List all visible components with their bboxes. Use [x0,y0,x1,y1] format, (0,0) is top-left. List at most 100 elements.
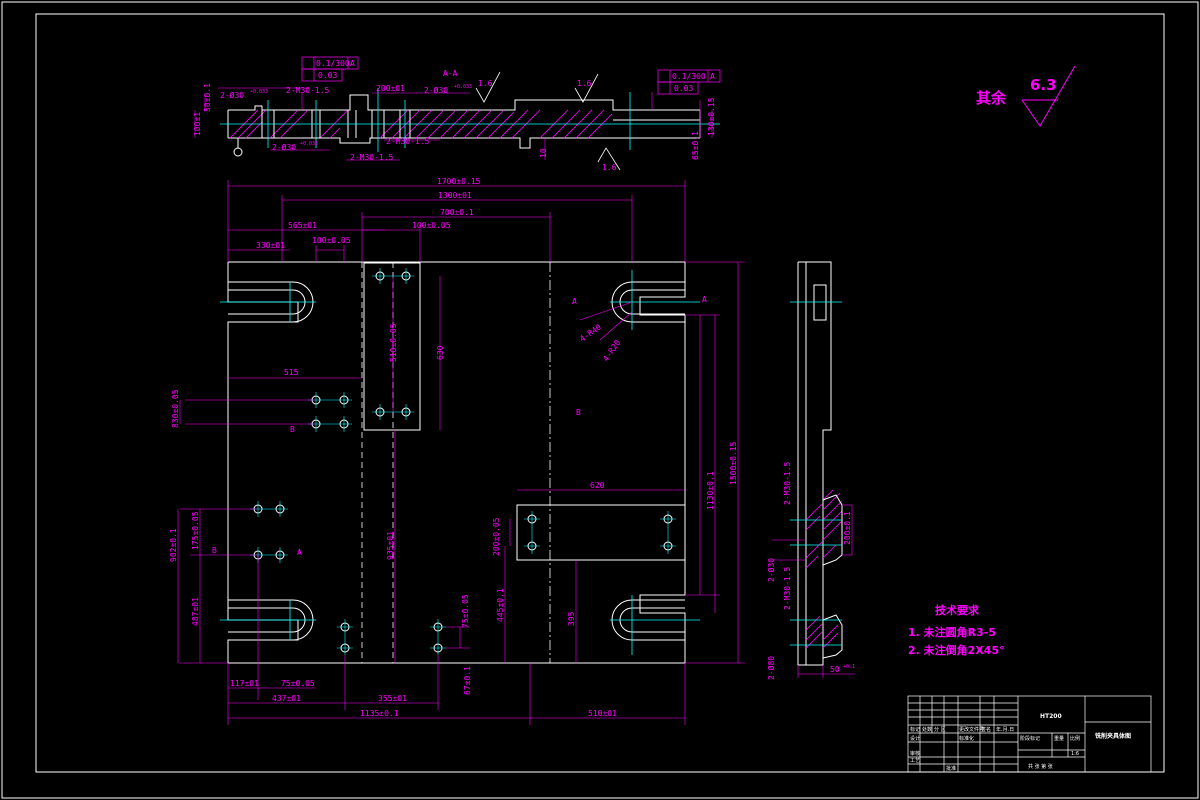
gdt-right-datum: A [710,72,715,81]
tb-cell-zone: 分 区 [934,726,946,733]
tb-cell-count: 处数 [922,726,932,733]
side-d80: 2-Ø80 [766,656,776,680]
tech-req-item-2: 2. 未注倒角2X45° [908,643,1005,657]
gdt-left-flatness: 0.03 [318,71,337,80]
title-block: HT200 铣削夹具体图 标记 处数 分 区 更改文件号 签名 年.月.日 设计… [907,695,1152,773]
dim-510-h: 510±01 [588,709,617,718]
side-m30-2: 2-M30-1.5 [783,566,792,610]
top-dim-d6: 2-M30-1.5 [386,137,430,146]
top-dim-v2: 100±1 [193,112,202,136]
top-dim-v3: 10 [539,148,548,158]
side-m30-1: 2-M30-1.5 [783,461,792,505]
label-b-3: B [212,546,217,555]
side-50-tol: +0.1 [843,664,855,670]
label-a-2: A [702,295,707,304]
tb-cell-weight: 重量 [1054,735,1064,742]
tb-cell-sign: 签名 [981,726,991,733]
tb-cell-stage: 阶段标记 [1020,735,1040,742]
tech-req-item-1: 1. 未注圆角R3-5 [908,625,996,639]
side-d30: 2-Ø30 [766,558,776,582]
dim-1300: 1300±01 [438,191,472,200]
plan-view: 1700±0.15 1300±01 700±0.1 565±01 100±0.0… [169,177,745,725]
dim-515: 515 [284,368,299,377]
tb-cell-standard: 标准化 [959,735,974,742]
label-b-2: B [576,408,581,417]
gdt-left-datum: A [350,59,355,68]
dim-100b: 100±0.05 [412,221,451,230]
dim-487: 487±01 [191,597,200,626]
label-a-3: A [297,548,302,557]
top-dim-d3: 200±01 [376,84,405,93]
dim-4r20: 4-R20 [601,338,622,363]
dim-4r40: 4-R40 [578,322,603,343]
gdt-right-flatness: 0.03 [674,84,693,93]
dim-700: 700±0.1 [440,208,474,217]
tb-cell-approve: 批准 [946,765,956,772]
dim-395: 395 [567,611,576,626]
tb-cell-review: 审核 [910,750,920,757]
dim-117: 117±01 [230,679,259,688]
label-a-1: A [572,297,577,306]
dim-1500: 1500±0.15 [729,441,738,485]
dim-330: 330±01 [256,241,285,250]
top-dim-d4-tol: +0.033 [454,84,472,90]
title-material: HT200 [1040,713,1062,720]
dim-510-v: 510±0.05 [389,323,398,362]
remaining-roughness: 其余 6.3 [976,65,1076,127]
dim-620: 620 [590,481,605,490]
dim-565: 565±01 [288,221,317,230]
top-dim-d1-tol: +0.033 [250,89,268,95]
dim-830: 830±0.05 [171,389,180,428]
tb-cell-scale: 比例 [1070,735,1080,742]
dim-1130: 1130±0.1 [706,471,715,510]
dim-1135: 1135±0.1 [360,709,399,718]
dim-67: 67±0.1 [463,666,472,695]
dim-445: 445±0.1 [496,588,505,622]
side-view: 2-M30-1.5 2-Ø30 2-M30-1.5 2-Ø80 200±0.1 … [766,261,855,680]
dim-100a: 100±0.05 [312,236,351,245]
roughness-remaining-label: 其余 [976,89,1007,107]
dim-75h: 75±0.05 [281,679,315,688]
dim-1700: 1700±0.15 [437,177,481,186]
tech-requirements: 技术要求 1. 未注圆角R3-5 2. 未注倒角2X45° [908,603,1005,657]
dim-630: 630 [436,345,445,360]
dim-75v: 75±0.05 [461,594,470,628]
tb-cell-date: 年.月.日 [996,726,1014,733]
section-mark-aa: A-A [443,69,458,78]
roughness-remaining-value: 6.3 [1030,76,1057,94]
top-dim-d1: 2-Ø30 [220,90,244,100]
roughness-2: 1.6 [577,79,592,88]
label-b-1: B [290,425,295,434]
outer-frame [1,1,1199,799]
dim-200: 200±0.05 [492,517,501,556]
tb-cell-design: 设计 [910,735,920,742]
gdt-left-parallel: 0.1/300 [316,59,350,68]
tb-cell-mark: 标记 [910,726,920,733]
top-dim-d5-tol: +0.033 [300,141,318,147]
side-200: 200±0.1 [843,511,852,545]
roughness-3: 1.6 [602,163,617,172]
roughness-1: 1.6 [478,79,493,88]
top-dim-v4: 130±0.15 [707,97,716,136]
tech-req-title: 技术要求 [935,603,980,617]
dim-935: 935±01 [386,531,395,560]
tb-scale-value: 1:6 [1071,751,1079,757]
side-50: 50 [830,665,840,674]
dim-437: 437±01 [272,694,301,703]
top-dim-d4: 2-Ø30 [424,85,448,95]
dim-902: 902±0.1 [169,528,178,562]
gdt-right-parallel: 0.1/300 [672,72,706,81]
top-dim-d5: 2-Ø30 [272,142,296,152]
top-dim-d2: 2-M30-1.5 [286,86,330,95]
dim-355: 355±01 [378,694,407,703]
tb-cell-process: 工艺 [910,758,920,764]
title-drawing-name: 铣削夹具体图 [1095,732,1131,740]
tb-cell-sheets: 共 张 第 张 [1028,763,1053,770]
top-dim-v5: 65±0.1 [691,131,700,160]
top-section-view: 0.1/300 A 0.03 0.1/300 A 0.03 1.6 1.6 1.… [193,56,721,172]
cad-drawing: 0.1/300 A 0.03 0.1/300 A 0.03 1.6 1.6 1.… [1,1,1199,799]
dim-175: 175±0.05 [191,511,200,550]
inner-frame [35,13,1165,773]
top-dim-d7: 2-M30-1.5 [350,153,394,162]
top-dim-v1: 50±0.1 [203,83,212,112]
